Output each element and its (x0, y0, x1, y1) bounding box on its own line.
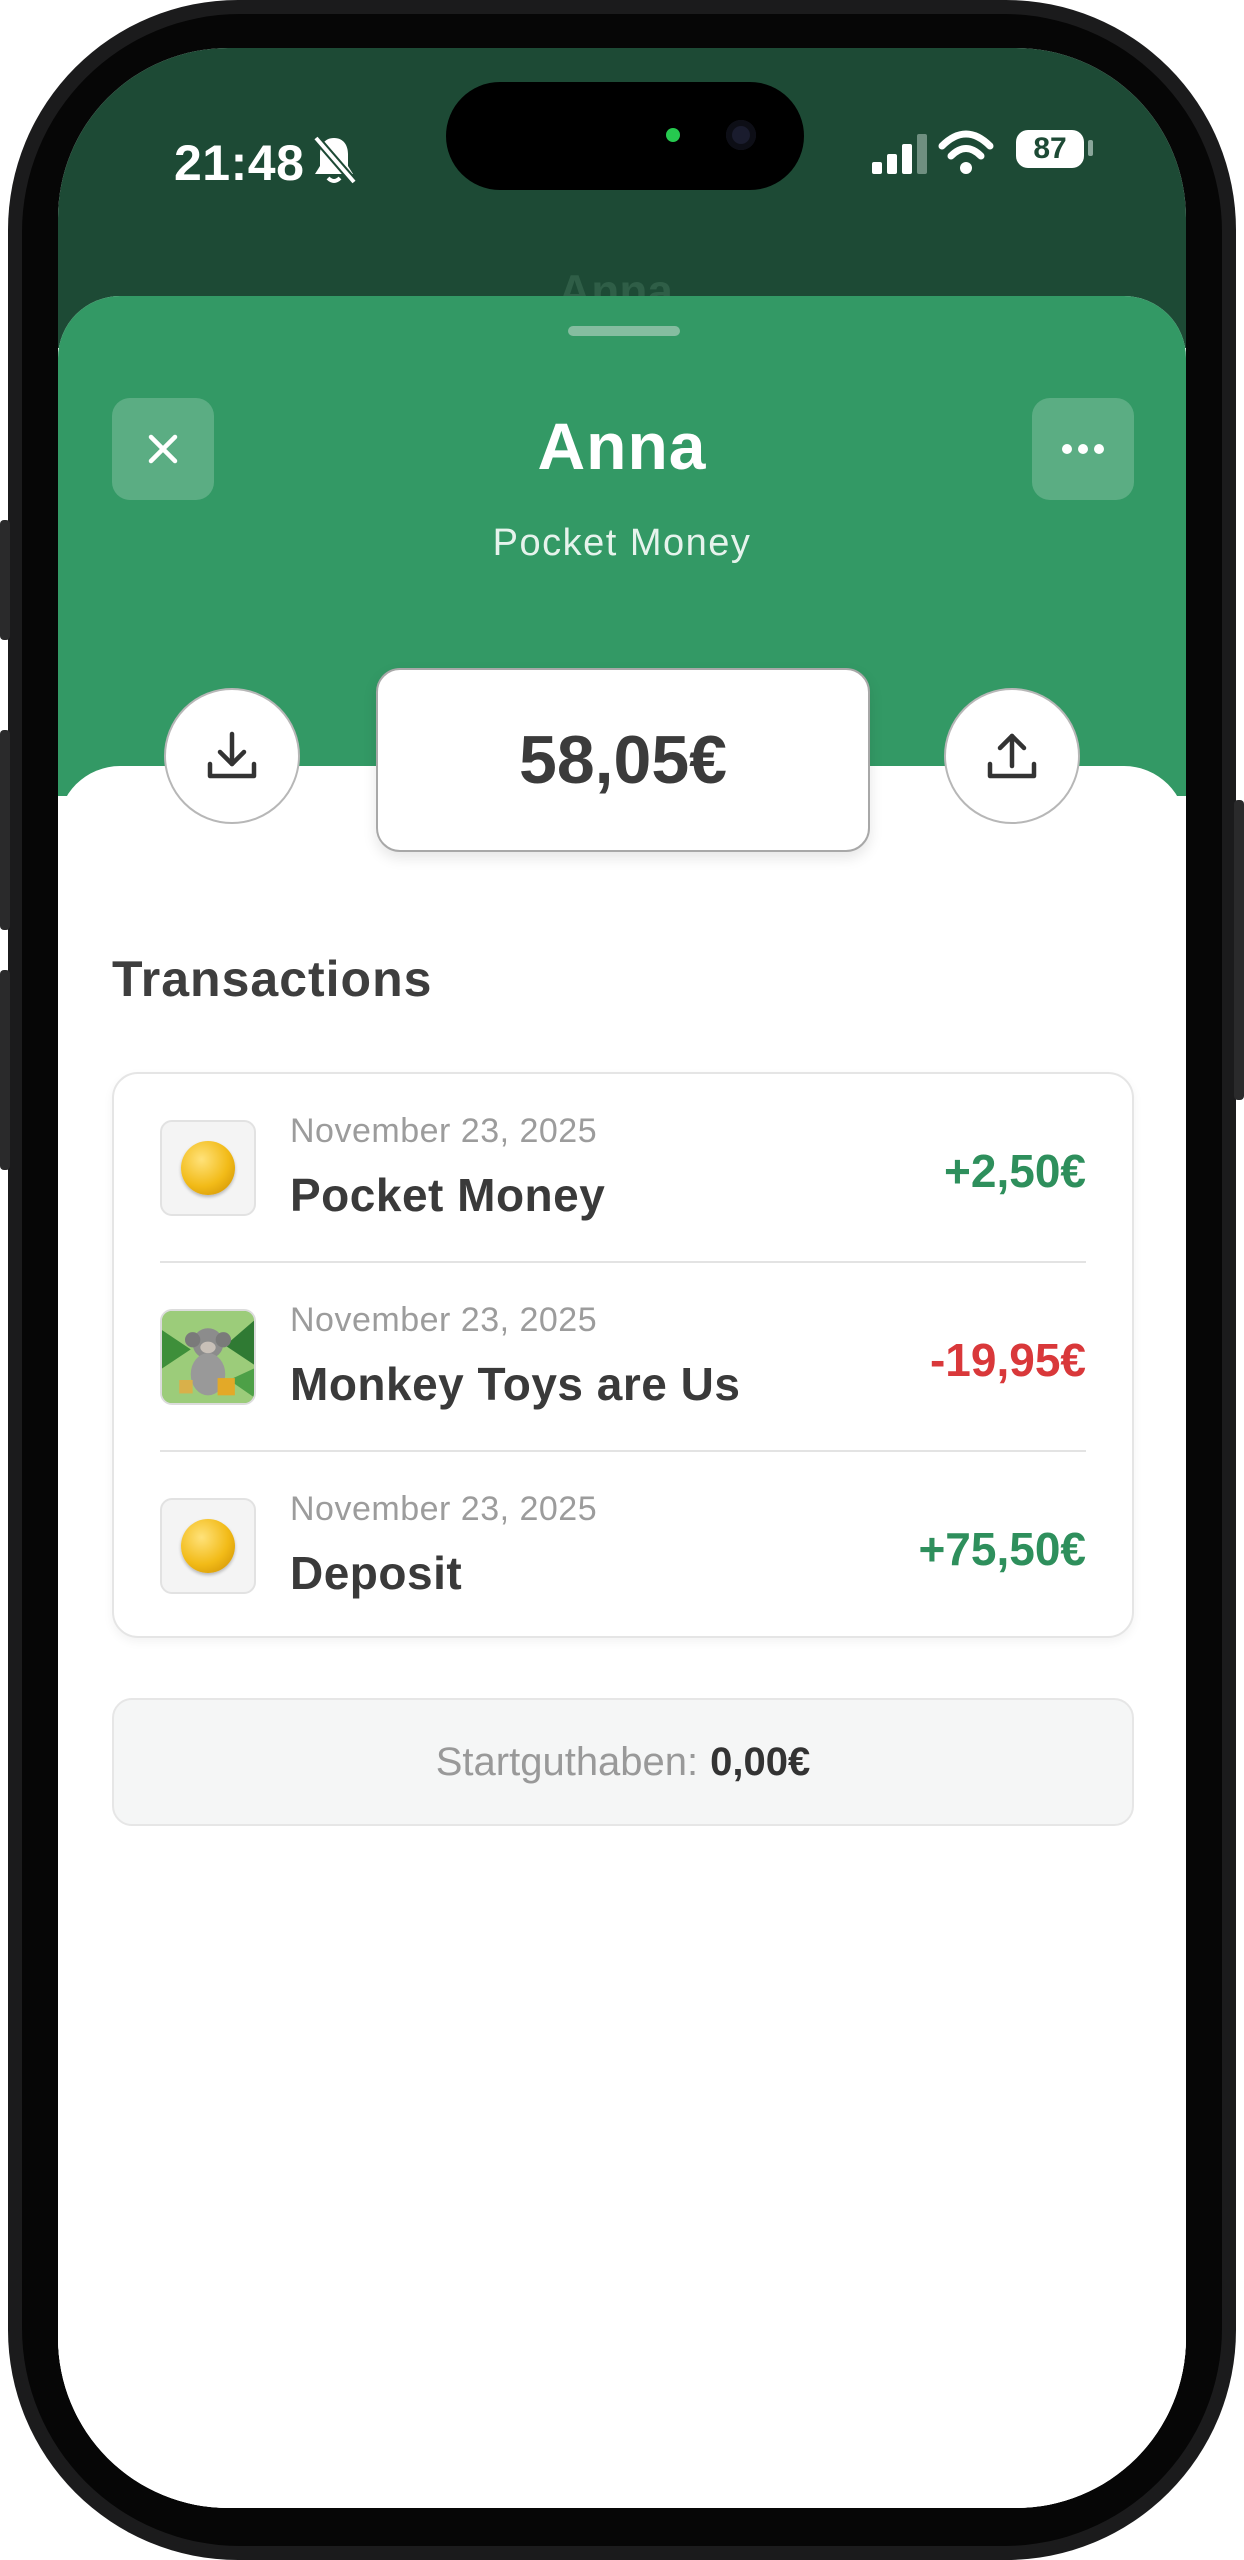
list-item[interactable]: November 23, 2025 Monkey Toys are Us -19… (114, 1263, 1132, 1452)
battery-icon: 87 (1016, 130, 1084, 168)
withdraw-button[interactable] (944, 688, 1080, 824)
bell-muted-icon (312, 135, 358, 185)
list-item[interactable]: November 23, 2025 Pocket Money +2,50€ (114, 1074, 1132, 1263)
more-button[interactable] (1032, 398, 1134, 500)
sheet-grabber[interactable] (568, 326, 680, 336)
upload-icon (987, 733, 1037, 779)
starting-balance-bar: Startguthaben: 0,00€ (112, 1698, 1134, 1826)
transaction-amount: +2,50€ (944, 1145, 1086, 1197)
signal-icon (872, 134, 927, 174)
transaction-amount: +75,50€ (918, 1523, 1086, 1575)
transaction-date: November 23, 2025 (290, 1490, 598, 1528)
account-name: Anna (537, 409, 707, 483)
coin-icon (160, 1120, 256, 1216)
transaction-amount: -19,95€ (929, 1334, 1086, 1386)
wifi-icon (938, 130, 994, 174)
transaction-date: November 23, 2025 (290, 1301, 598, 1339)
transaction-title: Deposit (290, 1547, 463, 1599)
balance-display: 58,05€ (376, 668, 870, 852)
action-button (0, 520, 10, 640)
transactions-title: Transactions (112, 951, 433, 1007)
account-sheet: Anna Pocket Money Transactions November … (58, 296, 1186, 2508)
volume-down-button (0, 970, 10, 1170)
deposit-button[interactable] (164, 688, 300, 824)
app-screen: 21:48 87 Anna Anna Pocket Money Transact… (58, 48, 1186, 2508)
transactions-list: November 23, 2025 Pocket Money +2,50€ No… (112, 1072, 1134, 1638)
starting-balance-value: 0,00€ (710, 1739, 811, 1784)
transaction-date: November 23, 2025 (290, 1112, 598, 1150)
front-camera (726, 120, 756, 150)
battery-tip (1088, 140, 1093, 156)
list-item[interactable]: November 23, 2025 Deposit +75,50€ (114, 1452, 1132, 1641)
account-subtitle: Pocket Money (492, 522, 752, 564)
power-button (1234, 800, 1244, 1100)
transaction-title: Pocket Money (290, 1169, 606, 1221)
transaction-title: Monkey Toys are Us (290, 1358, 741, 1410)
coin-icon (160, 1498, 256, 1594)
more-dots-icon (1062, 444, 1104, 454)
volume-up-button (0, 730, 10, 930)
status-time: 21:48 (174, 135, 305, 191)
toy-monkey-image (160, 1309, 256, 1405)
download-icon (207, 731, 257, 779)
starting-balance-label: Startguthaben: (435, 1739, 699, 1784)
camera-indicator (666, 128, 680, 142)
sheet-content: Transactions November 23, 2025 Pocket Mo… (58, 766, 1186, 2508)
